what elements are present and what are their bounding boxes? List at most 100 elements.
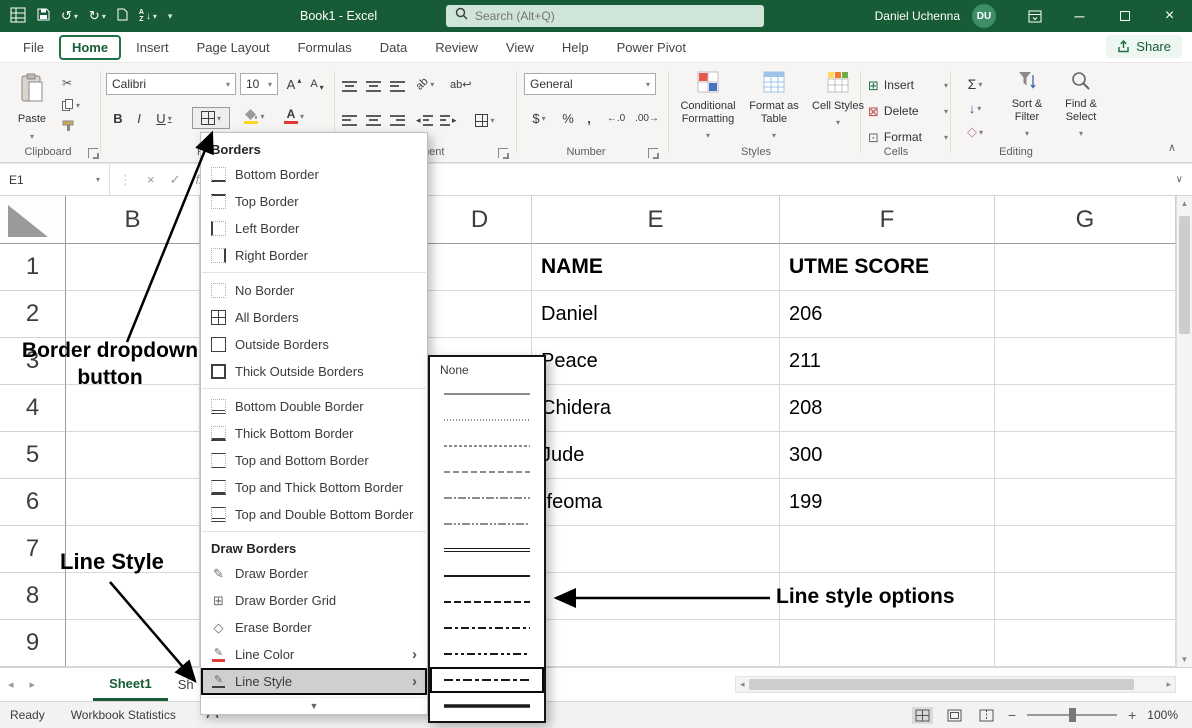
line-style-option-dash-dot[interactable] xyxy=(430,485,544,511)
zoom-slider-thumb[interactable] xyxy=(1069,708,1076,722)
sort-az-icon[interactable]: AZ↓▾ xyxy=(139,9,157,23)
menu-item-right-border[interactable]: Right Border xyxy=(201,242,427,269)
number-format-select[interactable]: General▾ xyxy=(524,73,656,95)
tab-home[interactable]: Home xyxy=(59,35,121,60)
cell[interactable] xyxy=(428,244,532,291)
comma-format-button[interactable]: , xyxy=(582,107,596,129)
cut-button[interactable]: ✂ xyxy=(62,73,72,93)
format-painter-button[interactable] xyxy=(62,117,74,137)
redo-button[interactable]: ↻▾ xyxy=(89,8,106,24)
line-style-option-medium-dashed[interactable] xyxy=(430,589,544,615)
accounting-format-button[interactable]: $▾ xyxy=(524,107,554,129)
cell[interactable] xyxy=(66,479,200,526)
tab-view[interactable]: View xyxy=(493,35,547,60)
font-name-select[interactable]: Calibri▾ xyxy=(106,73,236,95)
minimize-button[interactable]: ─ xyxy=(1057,0,1102,32)
namebox-drag-handle[interactable]: ⋮ xyxy=(119,172,132,188)
cancel-icon[interactable]: × xyxy=(147,172,155,187)
format-cells-button[interactable]: ⊡Format▾ xyxy=(868,127,948,147)
cell-F2[interactable]: 206 xyxy=(780,291,995,338)
conditional-formatting-button[interactable]: Conditional Formatting▾ xyxy=(676,71,740,151)
zoom-out-icon[interactable]: − xyxy=(1008,707,1016,723)
tab-review[interactable]: Review xyxy=(422,35,491,60)
paste-button[interactable]: Paste ▾ xyxy=(8,69,56,143)
horizontal-scrollbar[interactable]: ◂ ▸ xyxy=(735,676,1176,693)
tab-file[interactable]: File xyxy=(10,35,57,60)
line-style-option-medium[interactable] xyxy=(430,563,544,589)
search-input[interactable] xyxy=(475,9,755,23)
cell-F6[interactable]: 199 xyxy=(780,479,995,526)
percent-format-button[interactable]: % xyxy=(558,107,578,129)
normal-view-icon[interactable] xyxy=(912,707,933,724)
cell[interactable] xyxy=(66,385,200,432)
scroll-down-icon[interactable]: ▼ xyxy=(1177,655,1192,664)
cell[interactable] xyxy=(995,291,1176,338)
column-header-B[interactable]: B xyxy=(66,196,200,244)
menu-item-erase-border[interactable]: ◇Erase Border xyxy=(201,614,427,641)
save-icon[interactable] xyxy=(37,8,50,24)
line-style-option-slanted-dash-dot[interactable] xyxy=(430,667,544,693)
merge-center-button[interactable]: ▾ xyxy=(466,109,504,131)
tab-help[interactable]: Help xyxy=(549,35,602,60)
row-header-8[interactable]: 8 xyxy=(0,573,66,620)
ribbon-display-options-icon[interactable] xyxy=(1012,0,1057,32)
line-style-option-none[interactable]: None xyxy=(430,359,544,381)
column-header-G[interactable]: G xyxy=(995,196,1176,244)
collapse-ribbon-icon[interactable]: ∧ xyxy=(1168,141,1176,154)
row-header-1[interactable]: 1 xyxy=(0,244,66,291)
middle-align-button[interactable] xyxy=(366,75,381,97)
bold-button[interactable]: B xyxy=(108,107,128,129)
cell-E6[interactable]: Ifeoma xyxy=(532,479,780,526)
menu-item-top-and-thick-bottom-border[interactable]: Top and Thick Bottom Border xyxy=(201,474,427,501)
cell-E2[interactable]: Daniel xyxy=(532,291,780,338)
cell-F4[interactable]: 208 xyxy=(780,385,995,432)
zoom-slider[interactable] xyxy=(1027,714,1117,716)
underline-button[interactable]: U▾ xyxy=(150,107,178,129)
cell[interactable] xyxy=(995,244,1176,291)
cell[interactable] xyxy=(66,432,200,479)
vertical-scroll-thumb[interactable] xyxy=(1179,216,1190,334)
menu-item-top-border[interactable]: Top Border xyxy=(201,188,427,215)
cell[interactable] xyxy=(532,573,780,620)
bottom-align-button[interactable] xyxy=(390,75,405,97)
increase-indent-button[interactable]: ▸ xyxy=(440,109,457,131)
tab-formulas[interactable]: Formulas xyxy=(285,35,365,60)
fill-color-button[interactable]: ▾ xyxy=(236,105,272,127)
menu-item-no-border[interactable]: No Border xyxy=(201,277,427,304)
undo-button[interactable]: ↺▾ xyxy=(61,8,78,24)
cell[interactable] xyxy=(995,432,1176,479)
font-size-select[interactable]: 10▾ xyxy=(240,73,278,95)
cell[interactable] xyxy=(780,526,995,573)
cell[interactable] xyxy=(995,385,1176,432)
row-header-2[interactable]: 2 xyxy=(0,291,66,338)
clipboard-dialog-launcher-icon[interactable] xyxy=(88,148,98,158)
cell-F5[interactable]: 300 xyxy=(780,432,995,479)
cell-E1[interactable]: NAME xyxy=(532,244,780,291)
format-as-table-button[interactable]: Format as Table▾ xyxy=(742,71,806,151)
cell-E4[interactable]: Chidera xyxy=(532,385,780,432)
row-header-9[interactable]: 9 xyxy=(0,620,66,667)
column-header-D[interactable]: D xyxy=(428,196,532,244)
tab-insert[interactable]: Insert xyxy=(123,35,182,60)
scroll-up-icon[interactable]: ▲ xyxy=(1177,199,1192,208)
cell[interactable] xyxy=(995,526,1176,573)
cell[interactable] xyxy=(995,338,1176,385)
alignment-dialog-launcher-icon[interactable] xyxy=(498,148,508,158)
menu-item-all-borders[interactable]: All Borders xyxy=(201,304,427,331)
clear-button[interactable]: ◇▾ xyxy=(958,121,992,143)
avatar[interactable]: DU xyxy=(972,4,996,28)
decrease-font-size-button[interactable]: A▾ xyxy=(306,73,328,95)
menu-item-line-color[interactable]: ✎Line Color› xyxy=(201,641,427,668)
wrap-text-button[interactable]: ab↩ xyxy=(450,73,471,95)
sheet-nav-left-icon[interactable]: ◂ xyxy=(0,678,22,691)
sheet-nav-right-icon[interactable]: ▸ xyxy=(22,678,44,691)
cell[interactable] xyxy=(66,244,200,291)
cell-styles-button[interactable]: Cell Styles▾ xyxy=(806,71,870,151)
sort-filter-button[interactable]: Sort & Filter▾ xyxy=(1000,71,1054,151)
row-header-7[interactable]: 7 xyxy=(0,526,66,573)
search-bar[interactable] xyxy=(446,5,764,27)
fill-button[interactable]: ↓▾ xyxy=(958,97,992,119)
row-header-4[interactable]: 4 xyxy=(0,385,66,432)
menu-item-outside-borders[interactable]: Outside Borders xyxy=(201,331,427,358)
select-all-button[interactable] xyxy=(0,196,66,244)
